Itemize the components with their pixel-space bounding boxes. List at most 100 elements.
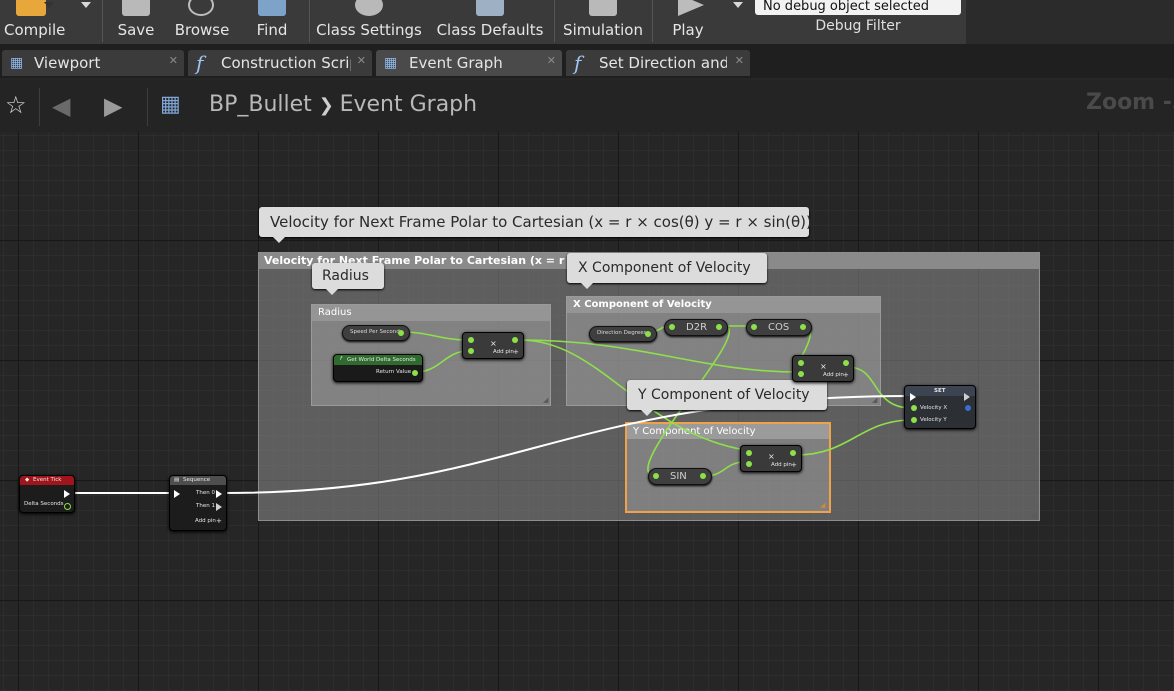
add-pin-icon[interactable]: + (216, 517, 222, 525)
input-a-pin[interactable] (468, 337, 474, 343)
node-event-tick[interactable]: ◆ Event Tick Delta Seconds (19, 475, 75, 513)
exec-wire-set (223, 395, 913, 494)
node-sequence[interactable]: ▤ Sequence Then 0 Then 1 Add pin + (169, 475, 227, 531)
comment-bubble-main[interactable]: Velocity for Next Frame Polar to Cartesi… (259, 207, 812, 243)
node-multiply-radius[interactable]: × Add pin + (462, 332, 524, 359)
node-get-world-delta-seconds[interactable]: f Get World Delta Seconds Return Value (333, 354, 423, 382)
comment-bubble-radius[interactable]: Radius (312, 263, 384, 295)
d2r-in-pin[interactable] (669, 324, 675, 330)
exec-out-pin[interactable] (64, 490, 70, 498)
simulation-label: Simulation (563, 21, 643, 39)
node-multiply-y[interactable]: × Add pin + (740, 445, 802, 472)
resize-grip-icon[interactable]: ◢ (872, 396, 877, 404)
velocity-out-pin[interactable] (965, 405, 971, 411)
breadcrumb: BP_Bullet ❯ Event Graph (209, 92, 477, 117)
play-button[interactable]: Play (660, 0, 716, 44)
node-direction-degrees[interactable]: Direction Degrees (589, 326, 657, 342)
tab-viewport[interactable]: ▦ Viewport ✕ (2, 50, 184, 76)
d2r-out-pin[interactable] (716, 324, 722, 330)
close-icon[interactable]: ✕ (169, 54, 178, 67)
pin-label: Then 0 (196, 490, 215, 496)
comment-bubble-y-component[interactable]: Y Component of Velocity (627, 380, 827, 416)
cos-in-pin[interactable] (751, 324, 757, 330)
sin-out-pin[interactable] (700, 473, 706, 479)
node-speed-per-second[interactable]: Speed Per Second (342, 325, 410, 341)
close-icon[interactable]: ✕ (357, 54, 366, 67)
graph-nav-bar: ☆ ◀ ▶ ▦ BP_Bullet ❯ Event Graph Zoom -5 (0, 80, 1174, 132)
tab-construction-script[interactable]: f Construction Scrip ✕ (188, 50, 372, 76)
comment-bubble-text: Y Component of Velocity (638, 387, 810, 403)
add-pin-icon[interactable]: + (791, 461, 797, 469)
input-a-pin[interactable] (746, 450, 752, 456)
browse-button[interactable]: Browse (170, 0, 234, 44)
compile-button[interactable]: Compile (0, 0, 66, 44)
resize-grip-icon[interactable]: ◢ (543, 396, 548, 404)
pin-label: Velocity X (920, 405, 948, 411)
comment-bubble-x-component[interactable]: X Component of Velocity (567, 253, 767, 289)
return-value-pin[interactable] (412, 370, 418, 376)
tab-event-graph[interactable]: ▦ Event Graph ✕ (376, 50, 562, 76)
debug-object-select[interactable]: No debug object selected (755, 0, 961, 15)
tab-set-direction[interactable]: f Set Direction and S ✕ (566, 50, 750, 76)
forward-arrow-icon[interactable]: ▶ (104, 92, 122, 120)
compile-label: Compile (4, 21, 66, 39)
breadcrumb-blueprint[interactable]: BP_Bullet (209, 92, 312, 117)
tab-label: Set Direction and S (599, 54, 727, 72)
breadcrumb-chevron-icon: ❯ (318, 95, 340, 116)
play-options-dropdown[interactable] (733, 2, 743, 8)
class-settings-label: Class Settings (316, 21, 422, 39)
node-title: Speed Per Second (350, 329, 400, 335)
velocity-y-pin[interactable] (911, 417, 917, 423)
back-arrow-icon[interactable]: ◀ (52, 92, 70, 120)
velocity-x-pin[interactable] (911, 405, 917, 411)
find-button[interactable]: Find (244, 0, 300, 44)
browse-magnifier-icon (188, 0, 214, 16)
node-multiply-x[interactable]: × Add pin + (792, 355, 854, 382)
breadcrumb-graph[interactable]: Event Graph (340, 92, 478, 117)
input-b-pin[interactable] (468, 348, 474, 354)
save-label: Save (117, 21, 155, 39)
close-icon[interactable]: ✕ (547, 54, 556, 67)
input-b-pin[interactable] (798, 371, 804, 377)
node-d2r[interactable]: D2R (664, 319, 728, 336)
exec-out-pin[interactable] (964, 393, 970, 401)
input-a-pin[interactable] (798, 360, 804, 366)
exec-in-pin[interactable] (910, 393, 916, 401)
speed-out-pin[interactable] (398, 330, 404, 336)
then0-pin[interactable] (216, 490, 222, 498)
sequence-icon: ▤ (174, 477, 180, 483)
save-button[interactable]: Save (108, 0, 164, 44)
cos-out-pin[interactable] (800, 324, 806, 330)
function-icon: f (574, 51, 582, 75)
output-pin[interactable] (843, 360, 849, 366)
delta-seconds-pin[interactable] (64, 503, 71, 510)
exec-in-pin[interactable] (174, 490, 180, 498)
graph-canvas[interactable]: Velocity for Next Frame Polar to Cartesi… (0, 132, 1174, 691)
direction-out-pin[interactable] (645, 331, 651, 337)
resize-grip-icon[interactable]: ◢ (1031, 511, 1036, 519)
node-cos[interactable]: COS (746, 319, 812, 336)
then1-pin[interactable] (216, 503, 222, 511)
resize-grip-icon[interactable]: ◢ (820, 501, 825, 509)
close-icon[interactable]: ✕ (735, 54, 744, 67)
sin-in-pin[interactable] (653, 473, 659, 479)
wire-radius-to-xmul (519, 339, 798, 373)
node-title: Sequence (183, 477, 211, 483)
output-pin[interactable] (512, 337, 518, 343)
input-b-pin[interactable] (746, 461, 752, 467)
node-sin[interactable]: SIN (648, 468, 712, 485)
add-pin-icon[interactable]: + (843, 371, 849, 379)
output-pin[interactable] (790, 450, 796, 456)
find-icon (258, 0, 286, 16)
find-label: Find (256, 21, 288, 39)
pin-label: Delta Seconds (24, 501, 64, 507)
compile-options-dropdown[interactable] (81, 2, 91, 8)
node-set-velocity[interactable]: SET Velocity X Velocity Y (904, 385, 976, 429)
class-settings-button[interactable]: Class Settings (314, 0, 424, 44)
favorite-star-icon[interactable]: ☆ (5, 91, 27, 119)
class-defaults-button[interactable]: Class Defaults (434, 0, 546, 44)
add-pin-icon[interactable]: + (513, 348, 519, 356)
toolbar-right-panel (966, 0, 1174, 44)
simulation-button[interactable]: Simulation (560, 0, 646, 44)
tab-label: Viewport (34, 54, 101, 72)
